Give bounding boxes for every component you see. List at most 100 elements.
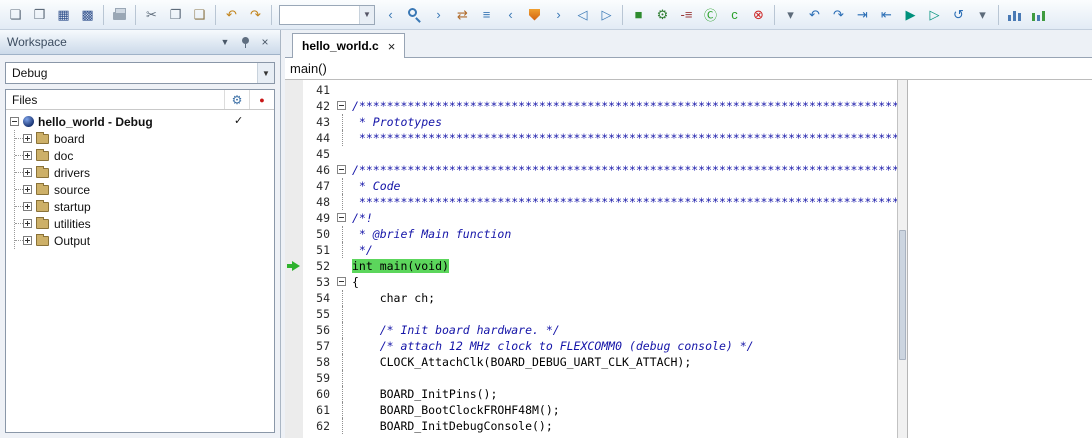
line-number[interactable]: 57: [303, 338, 335, 354]
open-source-file-icon[interactable]: ▷: [595, 3, 618, 27]
tree-item-utilities[interactable]: utilities: [15, 215, 274, 232]
tree-item-board[interactable]: board: [15, 130, 274, 147]
c-run-analysis-icon[interactable]: c: [723, 3, 746, 27]
save-icon[interactable]: ▦: [52, 3, 75, 27]
redo-icon[interactable]: ↷: [244, 3, 267, 27]
collapse-icon[interactable]: [10, 117, 19, 126]
breakpoint-cell[interactable]: [285, 402, 303, 418]
dropdown-arrow-icon[interactable]: ▼: [257, 63, 274, 83]
line-number[interactable]: 44: [303, 130, 335, 146]
line-number[interactable]: 52: [303, 258, 335, 274]
stop-build-icon[interactable]: ⊗: [747, 3, 770, 27]
code-text[interactable]: * Prototypes: [350, 114, 442, 130]
build-config-dropdown[interactable]: Debug ▼: [5, 62, 275, 84]
line-number[interactable]: 55: [303, 306, 335, 322]
fold-toggle-icon[interactable]: [337, 101, 346, 110]
line-number[interactable]: 45: [303, 146, 335, 162]
breakpoint-dot-icon[interactable]: ●: [249, 90, 274, 109]
breakpoint-cell[interactable]: [285, 322, 303, 338]
breakpoint-cell[interactable]: [285, 338, 303, 354]
rebuild-all-icon[interactable]: ⚙: [651, 3, 674, 27]
dock-menu-icon[interactable]: ▼: [217, 34, 233, 50]
compile-icon[interactable]: -≡: [675, 3, 698, 27]
expand-icon[interactable]: [23, 202, 32, 211]
code-text[interactable]: /***************************************…: [350, 98, 897, 114]
expand-icon[interactable]: [23, 168, 32, 177]
toolbar-overflow-icon[interactable]: ▾: [779, 3, 802, 27]
tab-close-icon[interactable]: ×: [388, 39, 396, 54]
toggle-bookmark-icon[interactable]: ⇄: [451, 3, 474, 27]
debug-without-download-icon[interactable]: ▷: [923, 3, 946, 27]
breakpoint-cell[interactable]: [285, 98, 303, 114]
expand-icon[interactable]: [23, 185, 32, 194]
next-bookmark-icon[interactable]: ›: [547, 3, 570, 27]
current-statement-arrow-cell[interactable]: [285, 258, 303, 274]
profiling-icon[interactable]: [1027, 3, 1050, 27]
breakpoint-cell[interactable]: [285, 194, 303, 210]
code-text[interactable]: ****************************************…: [350, 194, 897, 210]
breakpoint-cell[interactable]: [285, 370, 303, 386]
line-number[interactable]: 54: [303, 290, 335, 306]
breakpoint-cell[interactable]: [285, 386, 303, 402]
code-text[interactable]: int main(void): [350, 258, 449, 274]
line-number[interactable]: 62: [303, 418, 335, 434]
quick-search-icon[interactable]: [403, 3, 426, 27]
code-text[interactable]: /*!: [350, 210, 373, 226]
pin-icon[interactable]: [237, 34, 253, 50]
breakpoint-cell[interactable]: [285, 354, 303, 370]
code-text[interactable]: * @brief Main function: [350, 226, 511, 242]
breakpoint-cell[interactable]: [285, 210, 303, 226]
line-number[interactable]: 58: [303, 354, 335, 370]
open-header-file-icon[interactable]: ◁: [571, 3, 594, 27]
fold-toggle-icon[interactable]: [337, 277, 346, 286]
debug-overflow-icon[interactable]: ▾: [971, 3, 994, 27]
search-backward-icon[interactable]: ‹: [379, 3, 402, 27]
copy-icon[interactable]: ❐: [164, 3, 187, 27]
search-combo[interactable]: ▼: [279, 5, 375, 25]
function-selector-bar[interactable]: main(): [285, 58, 1092, 80]
fold-toggle-icon[interactable]: [337, 213, 346, 222]
search-forward-icon[interactable]: ›: [427, 3, 450, 27]
expand-icon[interactable]: [23, 236, 32, 245]
code-text[interactable]: {: [350, 274, 359, 290]
tree-root-row[interactable]: hello_world - Debug ✓: [6, 113, 274, 130]
fold-margin-cell[interactable]: [335, 162, 350, 178]
line-number[interactable]: 42: [303, 98, 335, 114]
code-text[interactable]: ****************************************…: [350, 130, 897, 146]
breakpoint-cell[interactable]: [285, 82, 303, 98]
fold-margin-cell[interactable]: [335, 274, 350, 290]
breakpoint-cell[interactable]: [285, 146, 303, 162]
line-number[interactable]: 41: [303, 82, 335, 98]
bookmark-icon[interactable]: [523, 3, 546, 27]
code-text[interactable]: /***************************************…: [350, 162, 897, 178]
print-icon[interactable]: [108, 3, 131, 27]
code-text[interactable]: CLOCK_AttachClk(BOARD_DEBUG_UART_CLK_ATT…: [350, 354, 691, 370]
line-number[interactable]: 47: [303, 178, 335, 194]
line-number[interactable]: 53: [303, 274, 335, 290]
undo-icon[interactable]: ↶: [220, 3, 243, 27]
breakpoint-cell[interactable]: [285, 130, 303, 146]
breakpoint-cell[interactable]: [285, 226, 303, 242]
code-text[interactable]: BOARD_InitDebugConsole();: [350, 418, 553, 434]
expand-icon[interactable]: [23, 134, 32, 143]
line-number[interactable]: 51: [303, 242, 335, 258]
code-text[interactable]: /* attach 12 MHz clock to FLEXCOMM0 (deb…: [350, 338, 754, 354]
make-icon[interactable]: ■: [627, 3, 650, 27]
code-text[interactable]: char ch;: [350, 290, 435, 306]
breakpoint-cell[interactable]: [285, 290, 303, 306]
close-icon[interactable]: ×: [257, 34, 273, 50]
cut-icon[interactable]: ✂: [140, 3, 163, 27]
breakpoint-cell[interactable]: [285, 178, 303, 194]
go-to-icon[interactable]: ≡: [475, 3, 498, 27]
line-number[interactable]: 61: [303, 402, 335, 418]
prev-statement-icon[interactable]: ⇤: [875, 3, 898, 27]
breakpoint-cell[interactable]: [285, 274, 303, 290]
tree-item-startup[interactable]: startup: [15, 198, 274, 215]
code-text[interactable]: BOARD_InitPins();: [350, 386, 497, 402]
code-text[interactable]: /* Init board hardware. */: [350, 322, 560, 338]
stack-usage-icon[interactable]: [1003, 3, 1026, 27]
line-number[interactable]: 59: [303, 370, 335, 386]
tree-item-output[interactable]: Output: [15, 232, 274, 249]
breakpoint-cell[interactable]: [285, 162, 303, 178]
line-number[interactable]: 60: [303, 386, 335, 402]
